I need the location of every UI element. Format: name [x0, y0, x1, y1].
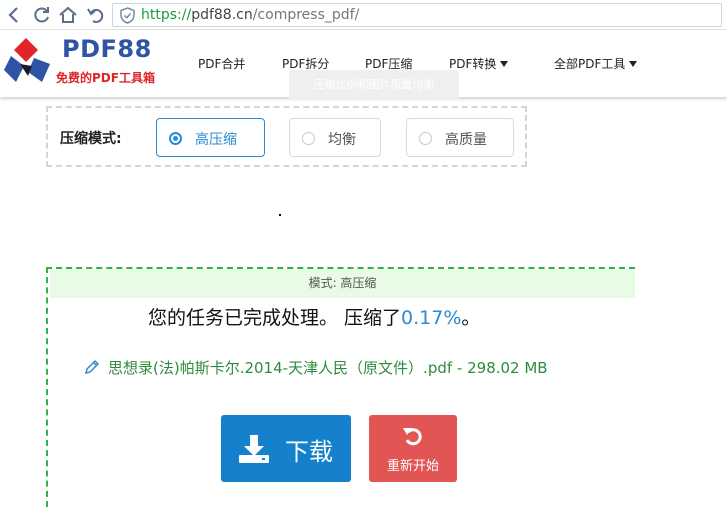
caret-down-icon [629, 61, 638, 67]
menu-label: PDF转换 [449, 57, 497, 71]
compress-mode-label: 压缩模式: [60, 131, 122, 147]
menu-label: PDF拆分 [282, 57, 330, 71]
compression-percent: 0.17% [401, 307, 462, 329]
menu-item-all-tools[interactable]: 全部PDF工具 [554, 55, 638, 72]
undo-icon[interactable] [84, 4, 106, 26]
logo-text[interactable]: PDF88 [62, 35, 152, 63]
result-panel: 模式: 高压缩 您的任务已完成处理。 压缩了0.17%。 思想录(法)帕斯卡尔.… [46, 267, 635, 507]
mode-option-label: 均衡 [328, 132, 356, 148]
url-host: pdf88.cn [191, 7, 253, 23]
menu-item-convert[interactable]: PDF转换 [449, 55, 509, 72]
menu-label: 全部PDF工具 [554, 57, 626, 71]
radio-icon[interactable] [302, 132, 315, 145]
radio-selected-icon[interactable] [169, 132, 182, 145]
browser-toolbar: https://pdf88.cn/compress_pdf/ [0, 0, 727, 30]
file-size: 298.02 MB [467, 359, 548, 377]
menu-label: PDF合并 [198, 57, 246, 71]
mode-tooltip: 压缩比例和图片质量均衡 [289, 70, 459, 100]
menu-label: PDF压缩 [365, 57, 413, 71]
restart-icon [403, 428, 422, 446]
mode-option-balanced[interactable]: 均衡 [289, 118, 381, 157]
caret-down-icon [500, 61, 509, 67]
shield-icon [119, 7, 136, 24]
download-label: 下载 [285, 438, 333, 466]
file-separator: - [452, 359, 468, 377]
back-icon[interactable] [4, 4, 26, 26]
url-text: https://pdf88.cn/compress_pdf/ [141, 7, 359, 23]
home-icon[interactable] [57, 4, 79, 26]
result-mode-strip: 模式: 高压缩 [50, 269, 635, 298]
address-bar[interactable]: https://pdf88.cn/compress_pdf/ [112, 3, 722, 27]
download-button[interactable]: 下载 [221, 415, 351, 482]
mode-option-label: 高质量 [445, 132, 487, 148]
menu-item-merge[interactable]: PDF合并 [198, 55, 245, 72]
pdf88-logo-icon[interactable] [4, 36, 54, 86]
url-path: /compress_pdf/ [252, 7, 360, 23]
mode-option-high-quality[interactable]: 高质量 [406, 118, 514, 157]
result-message-text: 您的任务已完成处理。 压缩了 [148, 307, 402, 329]
download-icon [239, 435, 269, 463]
cursor-dot [279, 214, 281, 216]
refresh-icon[interactable] [31, 4, 53, 26]
file-info[interactable]: 思想录(法)帕斯卡尔.2014-天津人民（原文件）.pdf - 298.02 M… [84, 357, 548, 378]
url-scheme: https:// [141, 7, 192, 23]
radio-icon[interactable] [419, 132, 432, 145]
result-message-end: 。 [461, 307, 481, 329]
restart-label: 重新开始 [386, 459, 439, 474]
logo-slogan: 免费的PDF工具箱 [56, 71, 155, 85]
compress-mode-panel: 压缩模式: 高压缩 均衡 高质量 [46, 106, 527, 167]
result-message: 您的任务已完成处理。 压缩了0.17%。 [148, 303, 480, 330]
pencil-icon[interactable] [84, 359, 100, 375]
mode-option-label: 高压缩 [195, 132, 237, 148]
mode-option-high-compression[interactable]: 高压缩 [156, 118, 265, 157]
file-name: 思想录(法)帕斯卡尔.2014-天津人民（原文件）.pdf [108, 359, 453, 377]
restart-button[interactable]: 重新开始 [369, 415, 457, 482]
